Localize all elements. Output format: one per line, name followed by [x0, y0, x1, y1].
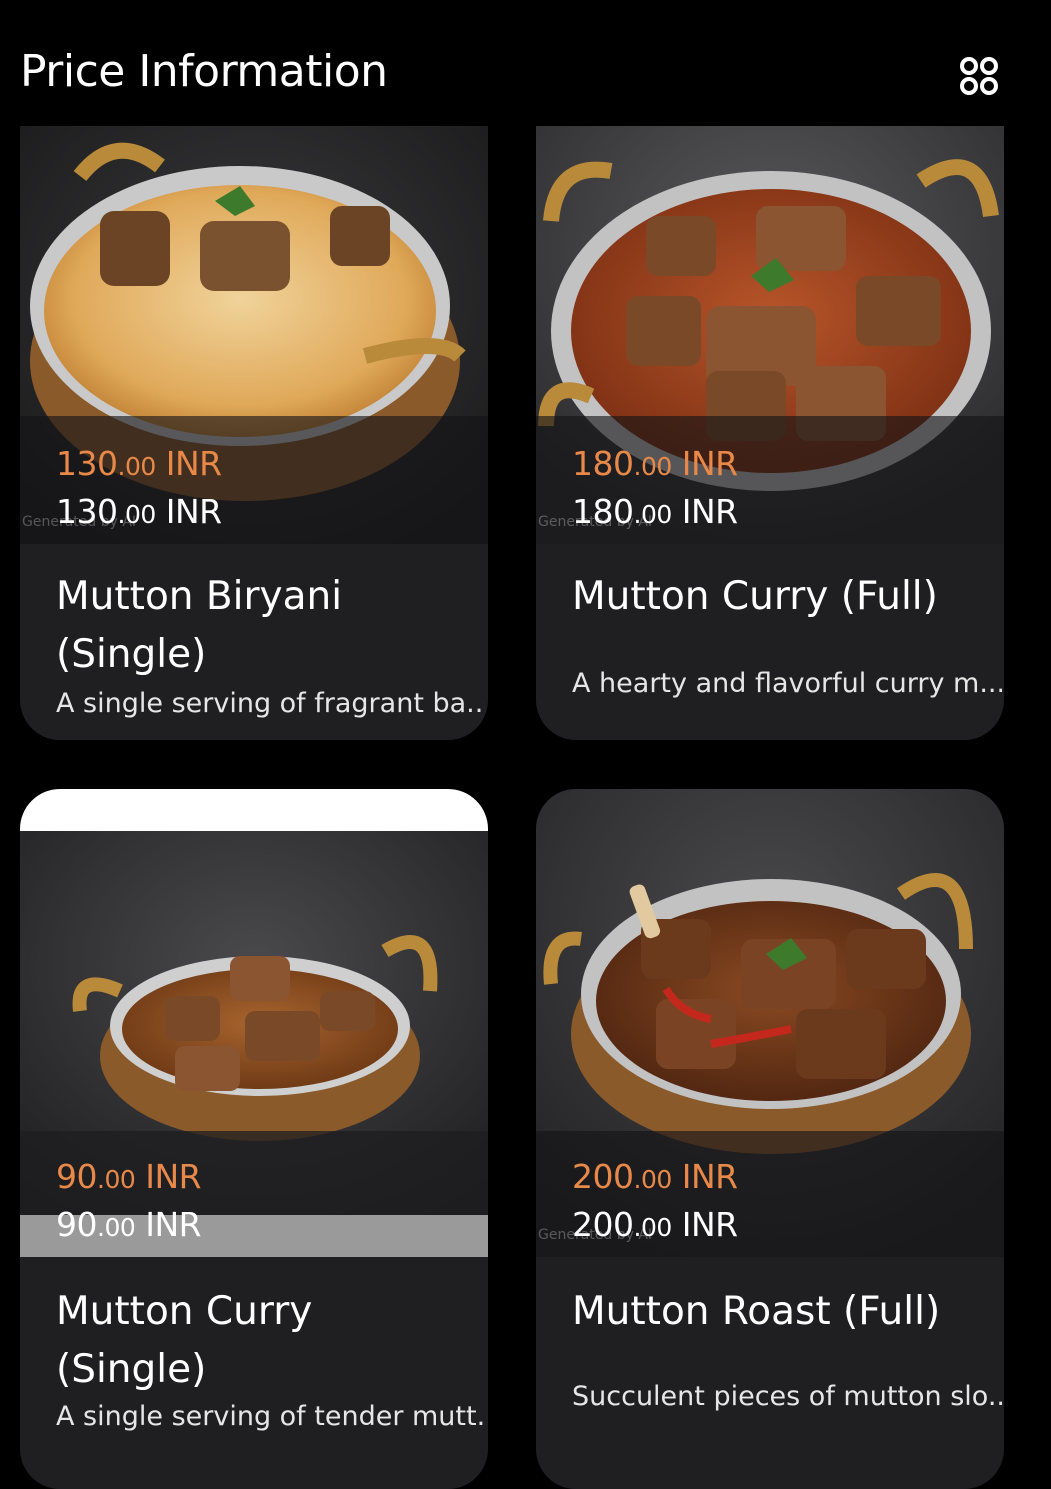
dish-name: Mutton Curry (Full) — [572, 574, 938, 619]
menu-card[interactable]: 130.00 INR Generated by AI 130.00 INR Mu… — [20, 126, 488, 740]
dish-description: A hearty and flavorful curry m... — [572, 668, 1002, 699]
price-label: 90.00 INR — [56, 1157, 202, 1196]
card-top-strip — [20, 789, 488, 831]
app-header: Price Information — [0, 0, 1051, 126]
price-band: 130.00 INR Generated by AI 130.00 INR — [20, 416, 488, 544]
dish-description: A single serving of fragrant ba... — [56, 688, 486, 719]
menu-card[interactable]: 180.00 INR Generated by AI 180.00 INR Mu… — [536, 126, 1004, 740]
menu-card[interactable]: 200.00 INR Generated by AI 200.00 INR Mu… — [536, 789, 1004, 1489]
dish-name: Mutton Biryani (Single) — [56, 574, 343, 677]
menu-card[interactable]: 90.00 INR 90.00 INR Mutton Curry (Single… — [20, 789, 488, 1489]
price-value: 180.00 INR — [572, 492, 738, 531]
price-label: 180.00 INR — [572, 444, 738, 483]
price-label: 130.00 INR — [56, 444, 222, 483]
price-band: 90.00 INR 90.00 INR — [20, 1131, 488, 1257]
price-value: 90.00 INR — [56, 1205, 202, 1244]
price-label: 200.00 INR — [572, 1157, 738, 1196]
price-value: 130.00 INR — [56, 492, 222, 531]
price-value: 200.00 INR — [572, 1205, 738, 1244]
grid-view-button[interactable] — [958, 55, 1002, 99]
dish-description: Succulent pieces of mutton slo... — [572, 1381, 1002, 1412]
price-band: 200.00 INR Generated by AI 200.00 INR — [536, 1131, 1004, 1257]
dish-description: A single serving of tender mutt.. — [56, 1401, 486, 1432]
price-band: 180.00 INR Generated by AI 180.00 INR — [536, 416, 1004, 544]
grid-icon — [960, 57, 998, 95]
page-title: Price Information — [20, 46, 388, 97]
dish-name: Mutton Curry (Single) — [56, 1289, 313, 1392]
dish-name: Mutton Roast (Full) — [572, 1289, 941, 1334]
